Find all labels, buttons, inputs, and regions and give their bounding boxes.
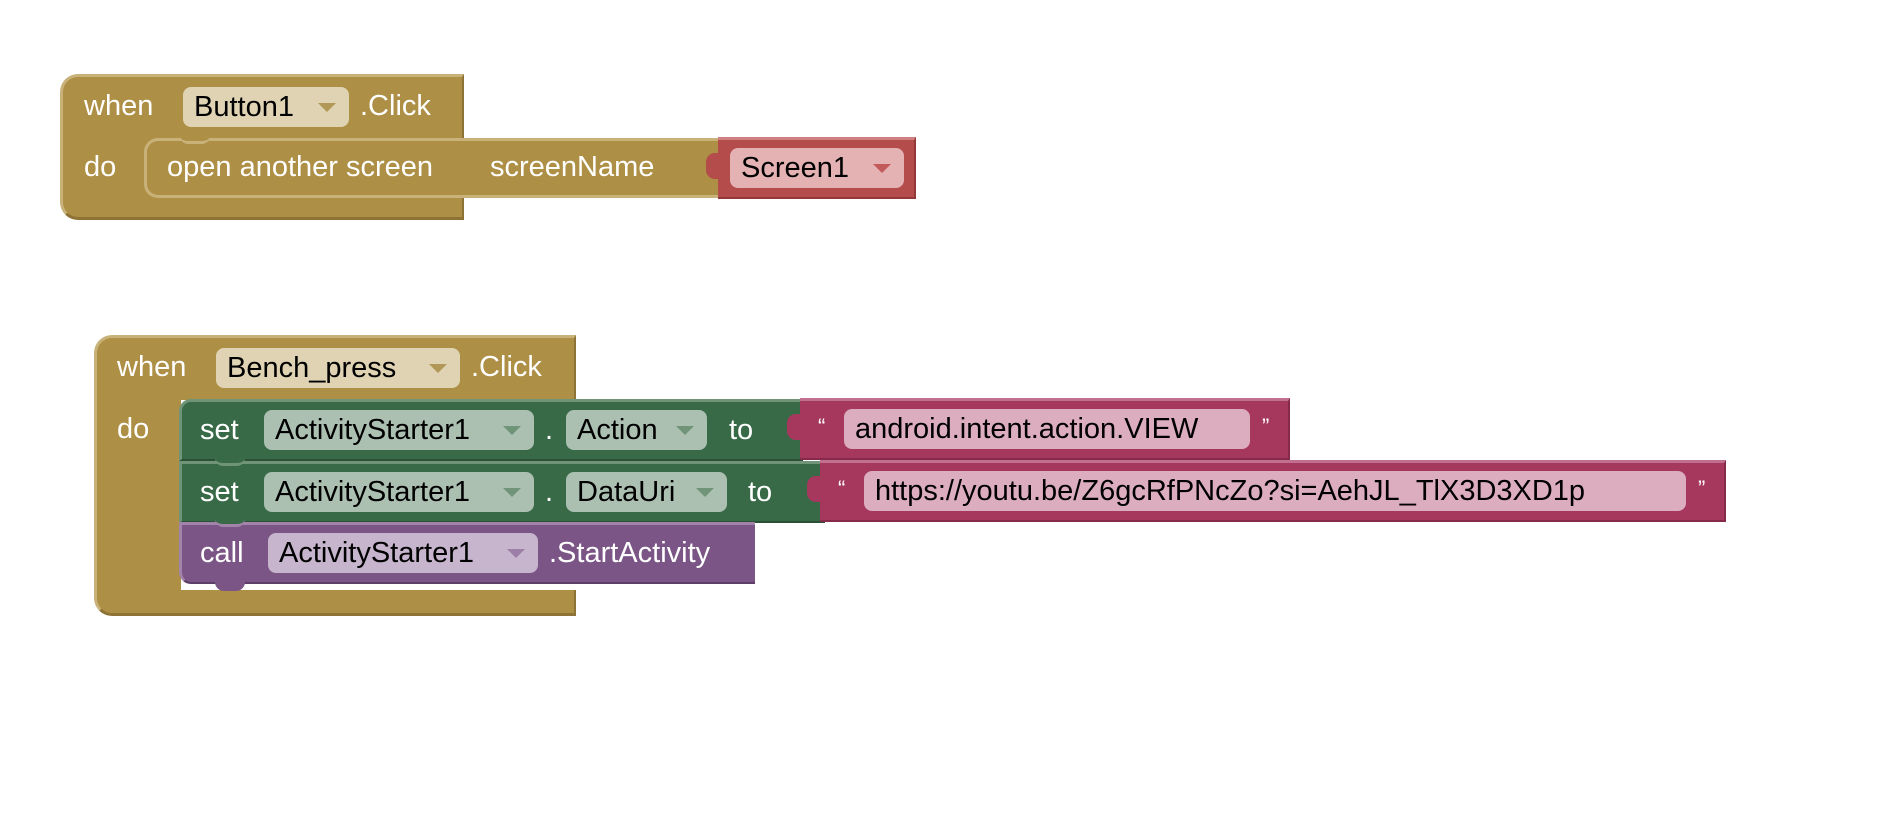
component-dropdown-label: ActivityStarter1 [275,476,470,508]
set-keyword: set [200,414,239,446]
component-dropdown-activitystarter[interactable]: ActivityStarter1 [264,472,534,512]
statement-bottom-notch [215,582,245,591]
statement-notch [215,519,245,527]
puzzle-connector [787,414,801,440]
property-dropdown-label: Action [577,414,658,446]
puzzle-connector [807,476,821,502]
method-name-label: .StartActivity [549,537,711,569]
when-keyword: when [117,351,187,383]
call-keyword: call [200,537,244,569]
to-keyword: to [729,414,754,446]
property-dot: . [545,476,554,508]
screen-dropdown-label: Screen1 [741,152,850,184]
chevron-down-icon[interactable] [318,103,336,112]
property-dropdown-label: DataUri [577,476,676,508]
component-dropdown-label: ActivityStarter1 [279,537,474,569]
set-keyword: set [200,476,239,508]
chevron-down-icon[interactable] [503,426,521,435]
component-dropdown-activitystarter[interactable]: ActivityStarter1 [264,410,534,450]
screen-name-param-label: screenName [490,151,655,183]
text-input-value: https://youtu.be/Z6gcRfPNcZo?si=AehJL_Tl… [875,475,1586,507]
component-dropdown-label: Button1 [194,91,294,123]
screen-dropdown[interactable]: Screen1 [730,148,904,188]
puzzle-connector [706,153,720,179]
do-keyword: do [84,151,117,183]
chevron-down-icon[interactable] [676,426,694,435]
component-dropdown-button1[interactable]: Button1 [183,87,349,127]
component-dropdown-bench-press[interactable]: Bench_press [216,348,460,388]
statement-notch [180,136,210,144]
property-dot: . [545,414,554,446]
property-dropdown-action[interactable]: Action [566,410,707,450]
open-quote: “ [838,476,846,501]
open-another-screen-label: open another screen [167,151,434,183]
when-keyword: when [84,90,154,122]
component-dropdown-label: Bench_press [227,352,397,384]
chevron-down-icon[interactable] [696,488,714,497]
close-quote: ” [1262,414,1270,439]
close-quote: ” [1698,476,1706,501]
chevron-down-icon[interactable] [429,364,447,373]
chevron-down-icon[interactable] [873,164,891,173]
event-name-label: .Click [360,90,431,122]
do-keyword: do [117,413,150,445]
component-dropdown-activitystarter[interactable]: ActivityStarter1 [268,533,538,573]
chevron-down-icon[interactable] [503,488,521,497]
to-keyword: to [748,476,773,508]
chevron-down-icon[interactable] [507,549,525,558]
component-dropdown-label: ActivityStarter1 [275,414,470,446]
event-name-label: .Click [471,351,542,383]
property-dropdown-datauri[interactable]: DataUri [566,472,727,512]
statement-notch [215,458,245,466]
text-input-datauri[interactable]: https://youtu.be/Z6gcRfPNcZo?si=AehJL_Tl… [864,471,1686,511]
open-quote: “ [818,414,826,439]
text-input-action[interactable]: android.intent.action.VIEW [844,409,1250,449]
text-input-value: android.intent.action.VIEW [855,413,1199,445]
